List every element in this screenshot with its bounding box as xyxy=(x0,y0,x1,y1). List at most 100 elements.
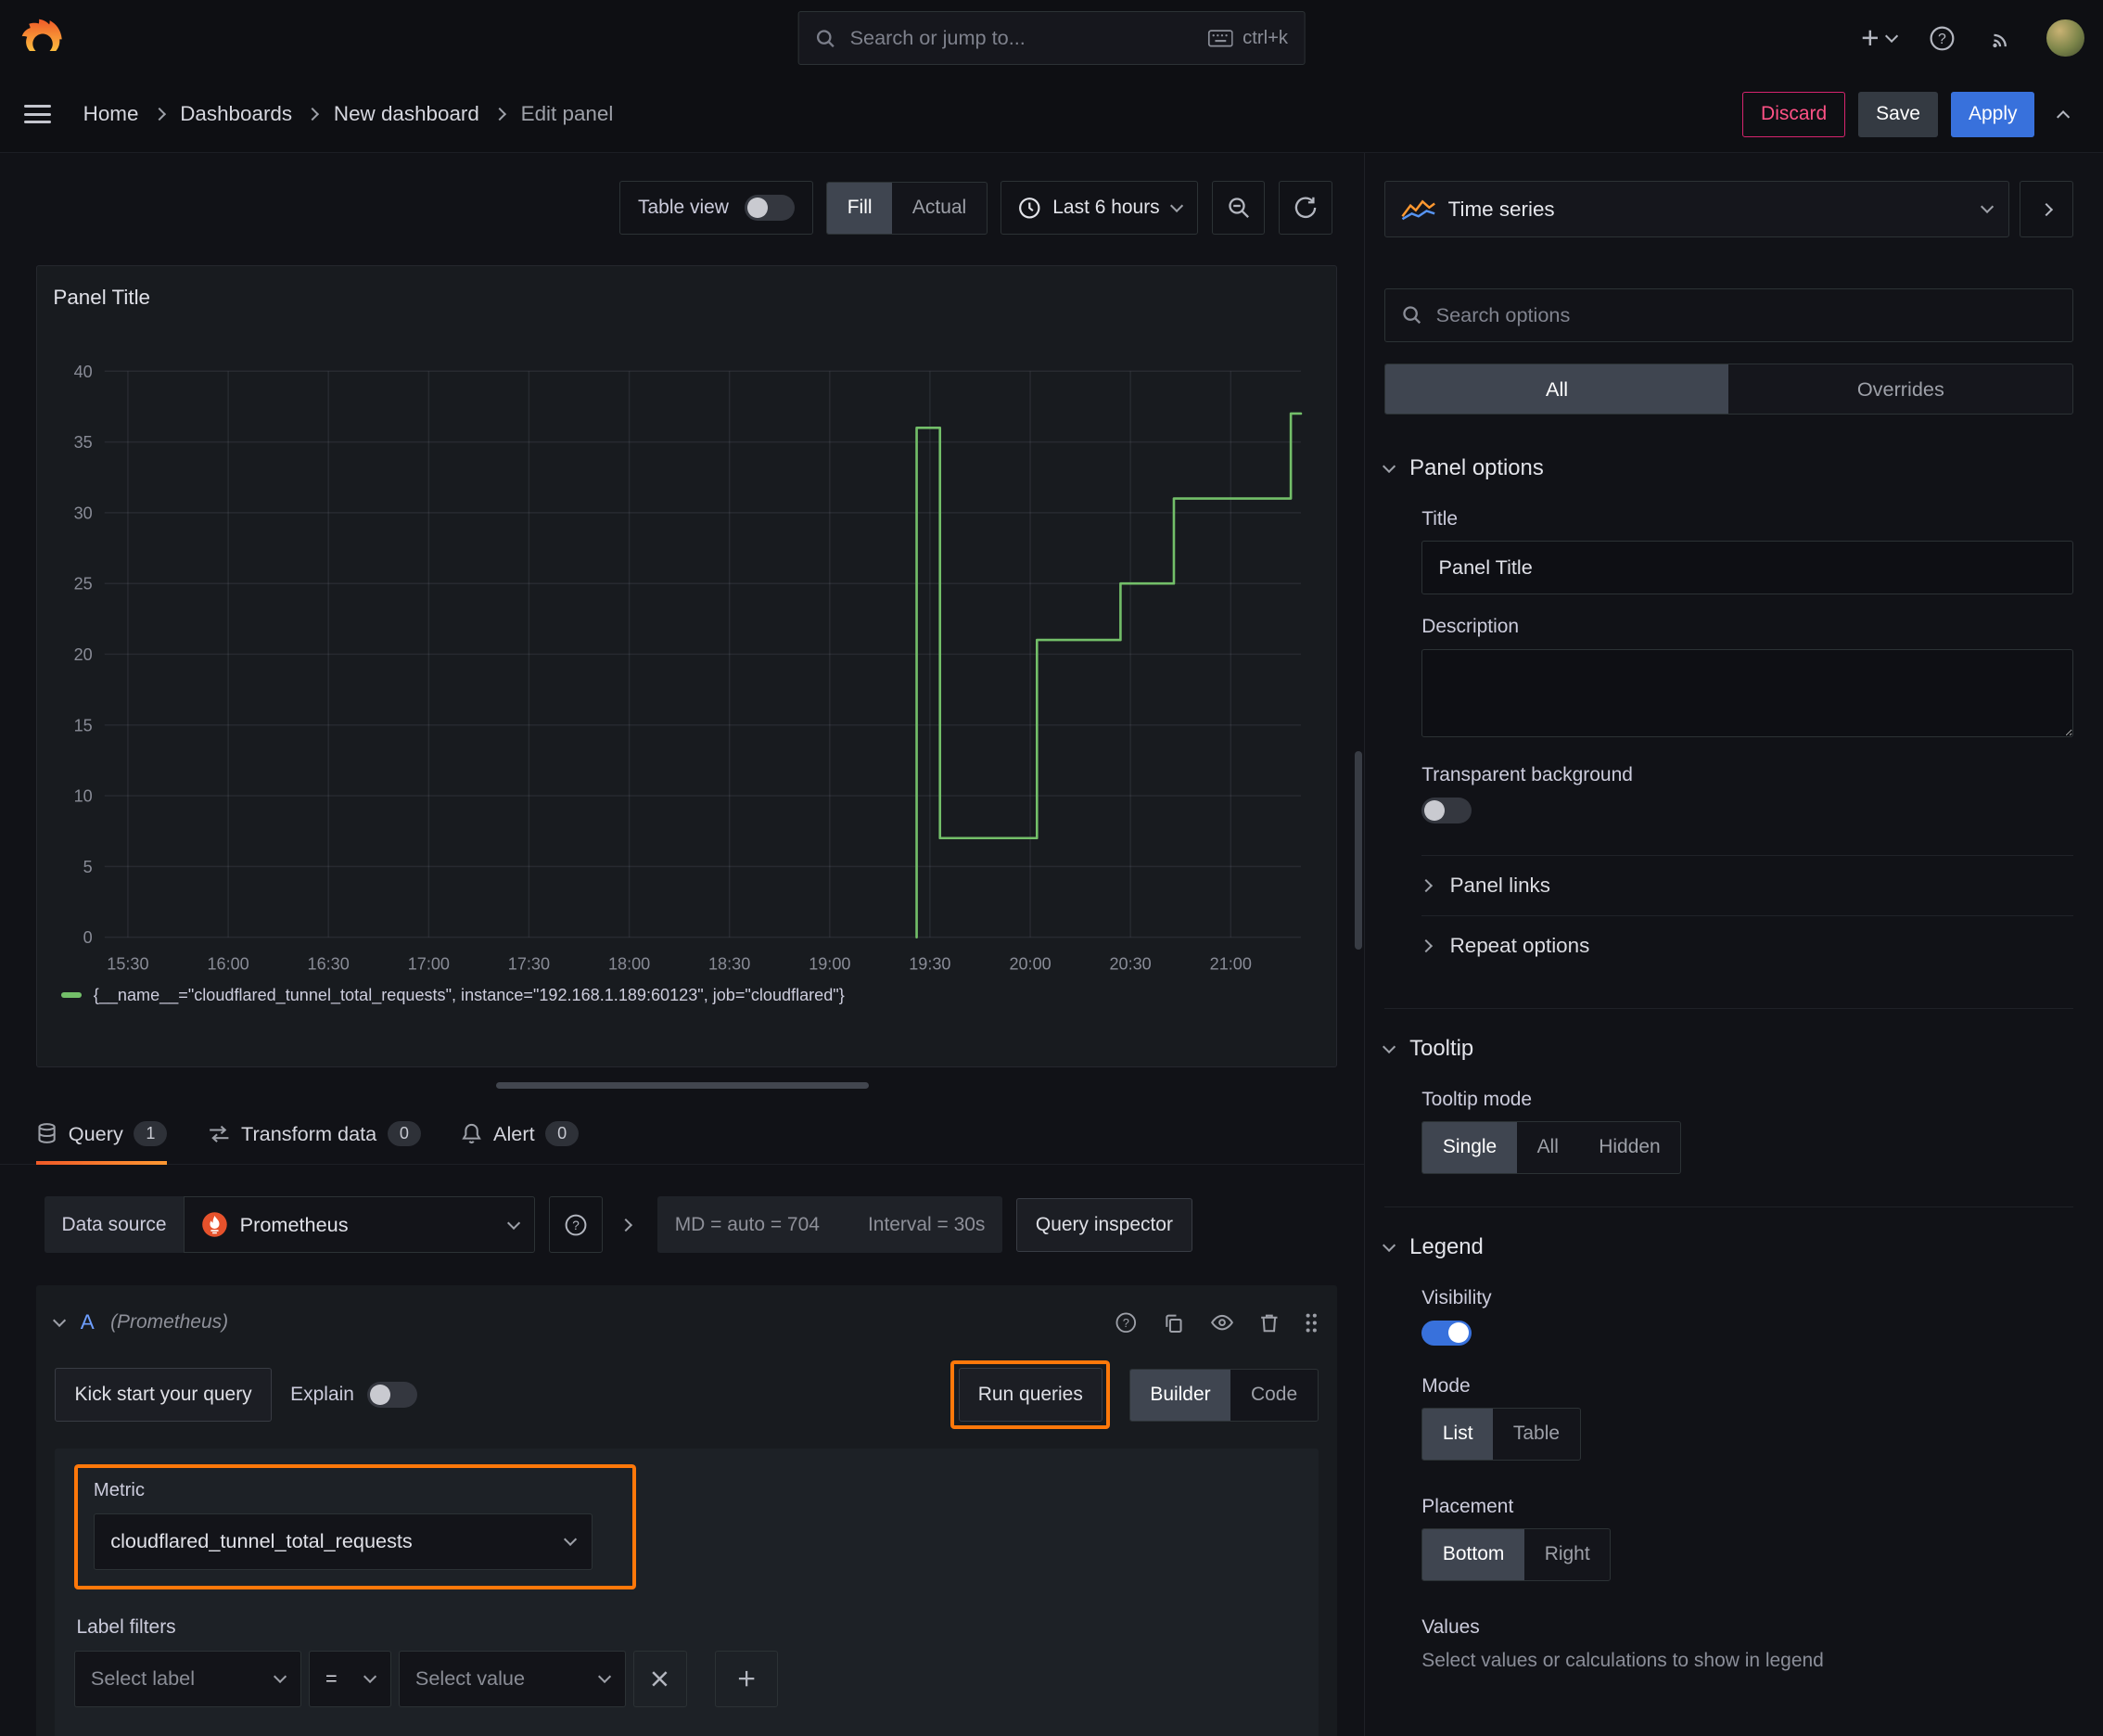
broadcast-icon xyxy=(1988,25,2015,52)
svg-text:40: 40 xyxy=(73,363,92,381)
breadcrumb-separator-icon xyxy=(493,107,507,121)
options-tab-overrides[interactable]: Overrides xyxy=(1728,364,2072,414)
legend-visibility-label: Visibility xyxy=(1421,1286,1492,1308)
query-row-header: A (Prometheus) ? xyxy=(53,1298,1319,1347)
svg-text:15: 15 xyxy=(73,716,92,734)
delete-query-button[interactable] xyxy=(1259,1312,1280,1334)
svg-text:20:00: 20:00 xyxy=(1009,954,1051,973)
help-button[interactable]: ? xyxy=(1918,14,1966,62)
filter-label-placeholder: Select label xyxy=(90,1666,196,1691)
metric-label: Metric xyxy=(93,1479,146,1500)
transparent-background-toggle[interactable] xyxy=(1421,798,1472,823)
legend-visibility-toggle[interactable] xyxy=(1421,1320,1472,1346)
query-ref-id: A xyxy=(80,1310,95,1334)
refresh-button[interactable] xyxy=(1278,181,1332,236)
panel-links-row[interactable]: Panel links xyxy=(1420,855,2074,915)
tab-alert[interactable]: Alert 0 xyxy=(461,1121,580,1164)
breadcrumb-new-dashboard[interactable]: New dashboard xyxy=(334,102,479,126)
legend-mode-table[interactable]: Table xyxy=(1493,1409,1580,1460)
legend-placement-right[interactable]: Right xyxy=(1524,1529,1610,1580)
legend-series-label[interactable]: {__name__="cloudflared_tunnel_total_requ… xyxy=(94,986,845,1005)
breadcrumb-home[interactable]: Home xyxy=(83,102,139,126)
global-search[interactable]: ctrl+k xyxy=(797,11,1306,66)
add-button[interactable] xyxy=(1850,18,1907,59)
actual-option[interactable]: Actual xyxy=(892,183,987,234)
breadcrumb-bar: Home Dashboards New dashboard Edit panel… xyxy=(0,76,2103,153)
toggle-visibility-button[interactable] xyxy=(1210,1313,1234,1332)
tooltip-header[interactable]: Tooltip xyxy=(1382,1036,2073,1062)
panel-options-header[interactable]: Panel options xyxy=(1382,455,2073,481)
options-tab-all[interactable]: All xyxy=(1384,364,1729,415)
panel-description-input[interactable] xyxy=(1421,648,2074,738)
apply-button[interactable]: Apply xyxy=(1951,91,2035,137)
discard-button[interactable]: Discard xyxy=(1742,91,1845,137)
svg-text:30: 30 xyxy=(73,504,92,522)
menu-toggle-button[interactable] xyxy=(24,105,51,124)
global-search-input[interactable] xyxy=(849,26,1195,51)
query-count-badge: 1 xyxy=(134,1121,168,1146)
title-label: Title xyxy=(1421,507,1459,530)
chevron-down-icon xyxy=(273,1670,287,1684)
transparent-background-label: Transparent background xyxy=(1421,764,1633,786)
user-avatar[interactable] xyxy=(2046,19,2084,57)
time-range-picker[interactable]: Last 6 hours xyxy=(1001,181,1199,236)
zoom-out-button[interactable] xyxy=(1211,181,1266,236)
legend-mode-list[interactable]: List xyxy=(1422,1409,1494,1461)
tab-query[interactable]: Query 1 xyxy=(36,1121,168,1165)
filter-value-select[interactable]: Select value xyxy=(398,1651,627,1707)
metric-select[interactable]: cloudflared_tunnel_total_requests xyxy=(93,1513,593,1570)
table-view-toggle[interactable] xyxy=(745,195,795,221)
run-queries-highlight: Run queries xyxy=(950,1359,1111,1430)
tooltip-mode-hidden[interactable]: Hidden xyxy=(1579,1122,1681,1173)
filter-label-select[interactable]: Select label xyxy=(73,1651,302,1707)
panel-view-toolbar: Table view Fill Actual Last 6 hours xyxy=(0,153,1364,236)
legend-placement-bottom[interactable]: Bottom xyxy=(1422,1529,1525,1581)
panel-title-input[interactable] xyxy=(1421,541,2074,595)
duplicate-query-button[interactable] xyxy=(1163,1312,1184,1334)
code-option[interactable]: Code xyxy=(1230,1370,1318,1421)
data-source-select[interactable]: Prometheus xyxy=(184,1196,536,1254)
filter-operator-select[interactable]: = xyxy=(308,1651,392,1707)
chevron-right-icon xyxy=(2040,202,2054,216)
collapse-query-icon[interactable] xyxy=(53,1314,67,1328)
visualization-picker[interactable]: Time series xyxy=(1383,181,2009,237)
save-button[interactable]: Save xyxy=(1858,91,1938,137)
svg-text:16:30: 16:30 xyxy=(307,954,349,973)
vertical-scrollbar[interactable] xyxy=(1355,750,1362,951)
drag-handle-icon[interactable] xyxy=(1305,1312,1318,1334)
legend-header[interactable]: Legend xyxy=(1382,1234,2073,1260)
remove-filter-button[interactable] xyxy=(632,1651,687,1707)
news-button[interactable] xyxy=(1977,14,2025,62)
tab-transform-data[interactable]: Transform data 0 xyxy=(208,1121,421,1164)
explain-toggle[interactable] xyxy=(367,1382,417,1408)
query-options-summary[interactable]: MD = auto = 704 Interval = 30s xyxy=(656,1196,1003,1254)
collapse-options-button[interactable] xyxy=(2020,181,2074,237)
tooltip-mode-single[interactable]: Single xyxy=(1422,1122,1517,1174)
chevron-right-icon xyxy=(1420,879,1434,893)
grafana-edit-panel-page: ctrl+k ? xyxy=(0,0,2103,1736)
options-search[interactable] xyxy=(1383,287,2074,342)
query-inspector-button[interactable]: Query inspector xyxy=(1015,1197,1193,1252)
data-source-help-button[interactable]: ? xyxy=(548,1196,603,1254)
chevron-down-icon xyxy=(1382,1238,1396,1253)
options-search-input[interactable] xyxy=(1435,302,2057,327)
builder-option[interactable]: Builder xyxy=(1129,1369,1231,1421)
query-help-button[interactable]: ? xyxy=(1115,1311,1138,1334)
data-source-row: Data source Prometheus ? MD = auto = 704… xyxy=(0,1165,1364,1254)
query-options-collapse[interactable] xyxy=(618,1218,633,1232)
legend-placement-label: Placement xyxy=(1421,1495,1514,1517)
kick-start-button[interactable]: Kick start your query xyxy=(55,1368,272,1423)
fill-option[interactable]: Fill xyxy=(827,182,893,234)
main-area: Table view Fill Actual Last 6 hours Pane… xyxy=(0,152,2103,1736)
svg-text:20: 20 xyxy=(73,645,92,664)
tooltip-mode-all[interactable]: All xyxy=(1517,1122,1579,1173)
transform-icon xyxy=(208,1124,231,1144)
repeat-options-row[interactable]: Repeat options xyxy=(1420,915,2074,976)
grafana-logo[interactable] xyxy=(19,16,64,61)
run-queries-button[interactable]: Run queries xyxy=(958,1368,1103,1423)
horizontal-scrollbar[interactable] xyxy=(495,1082,869,1090)
breadcrumb-dashboards[interactable]: Dashboards xyxy=(180,102,292,126)
add-filter-button[interactable] xyxy=(714,1651,778,1707)
collapse-editor-button[interactable] xyxy=(2048,96,2079,133)
zoom-out-icon xyxy=(1227,196,1251,220)
